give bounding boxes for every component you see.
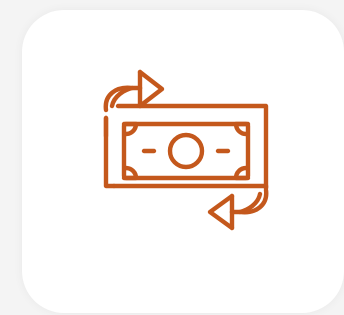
money-exchange-app-tile[interactable] bbox=[22, 10, 344, 313]
screen bbox=[0, 0, 344, 315]
